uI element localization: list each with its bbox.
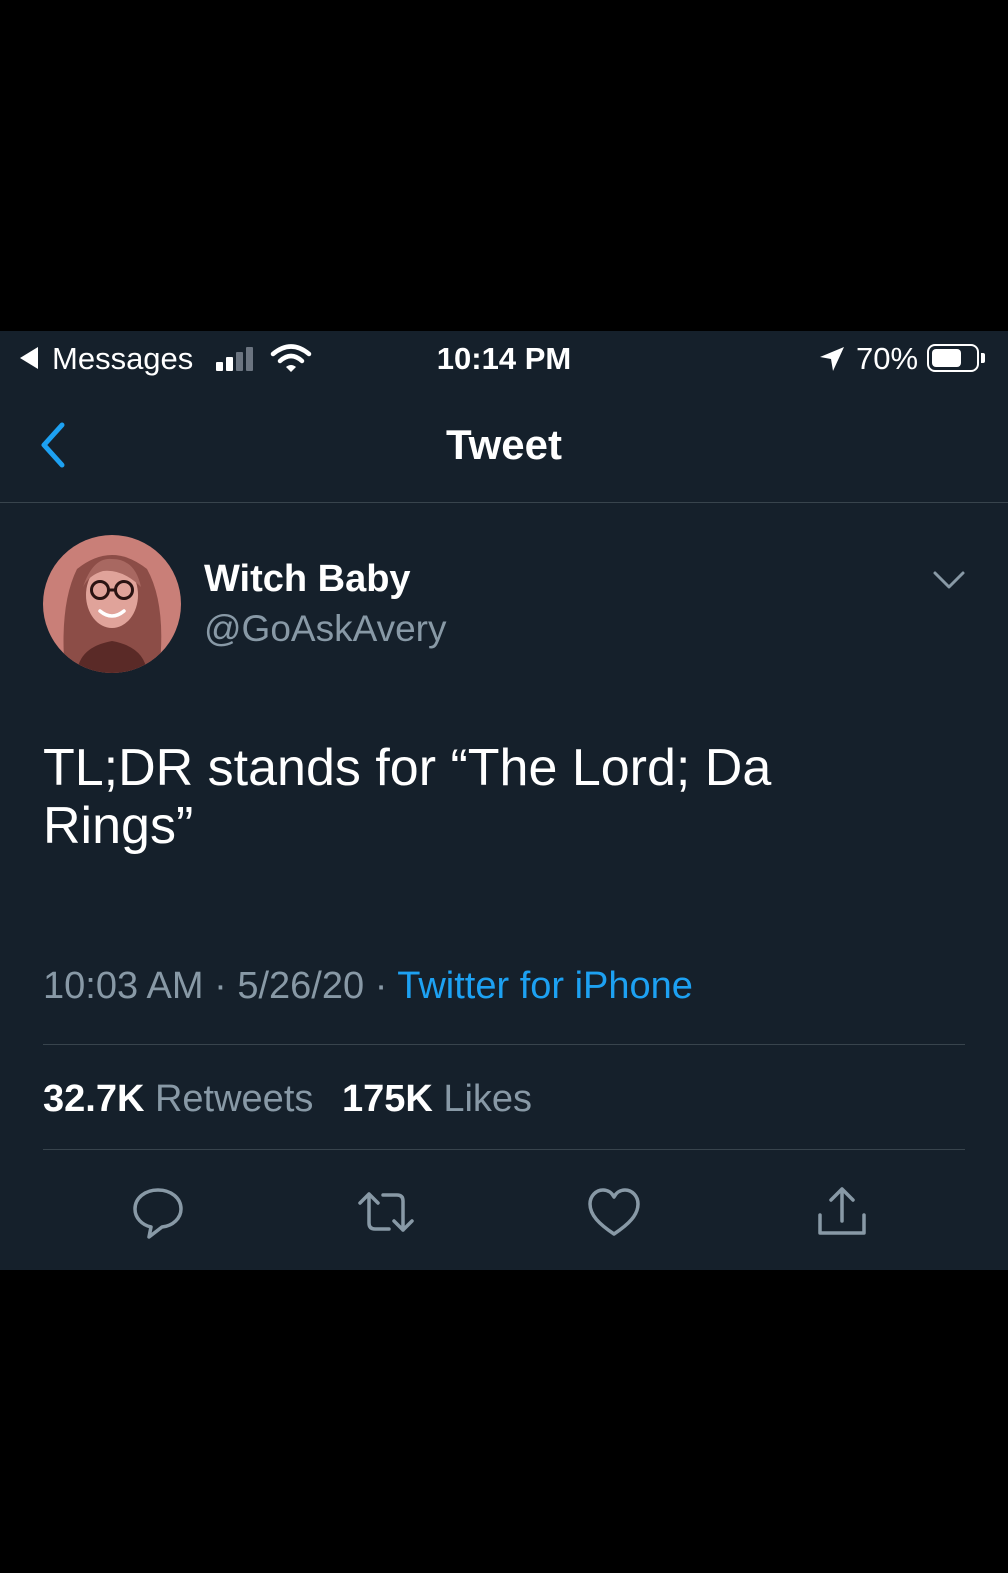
meta-separator: · [374, 965, 388, 1007]
author-handle[interactable]: @GoAskAvery [204, 608, 447, 650]
retweets-label: Retweets [154, 1078, 314, 1120]
battery-cap [981, 353, 985, 363]
battery-level-fill [932, 349, 961, 367]
retweet-icon[interactable] [357, 1183, 415, 1241]
phone-screen: Messages 10:14 PM 70% Tweet Witch Baby @… [0, 331, 1008, 1270]
battery-icon [927, 344, 979, 372]
like-icon[interactable] [585, 1183, 643, 1241]
tweet-text-line: TL;DR stands for “The Lord; Da [43, 739, 772, 797]
tweet-metadata: 10:03 AM · 5/26/20 · Twitter for iPhone [43, 965, 693, 1008]
tweet-stats: 32.7K Retweets 175K Likes [43, 1078, 532, 1121]
bottom-letterbox [0, 1270, 1008, 1573]
tweet-text: TL;DR stands for “The Lord; Da Rings” [43, 739, 943, 855]
page-title: Tweet [446, 421, 562, 468]
avatar[interactable] [43, 535, 181, 673]
retweets-stat[interactable]: 32.7K Retweets [43, 1078, 313, 1120]
tweet-date: 5/26/20 [237, 965, 365, 1007]
status-bar: Messages 10:14 PM 70% [0, 331, 1008, 387]
chevron-down-icon[interactable] [932, 569, 966, 591]
battery-percentage: 70% [856, 341, 919, 376]
top-letterbox [0, 0, 1008, 331]
author-name[interactable]: Witch Baby [204, 558, 411, 601]
reply-icon[interactable] [129, 1183, 187, 1241]
tweet-text-line: Rings” [43, 797, 194, 855]
navigation-bar: Tweet [0, 387, 1008, 503]
divider [43, 1044, 965, 1045]
location-arrow-icon [820, 347, 844, 371]
share-icon[interactable] [813, 1183, 871, 1241]
meta-separator: · [214, 965, 227, 1007]
retweets-count: 32.7K [43, 1078, 145, 1120]
tweet-source-link[interactable]: Twitter for iPhone [397, 965, 693, 1007]
divider [43, 1149, 965, 1150]
likes-count: 175K [341, 1078, 433, 1120]
likes-stat[interactable]: 175K Likes [342, 1078, 532, 1120]
tweet-time: 10:03 AM [43, 965, 204, 1007]
likes-label: Likes [443, 1078, 533, 1120]
